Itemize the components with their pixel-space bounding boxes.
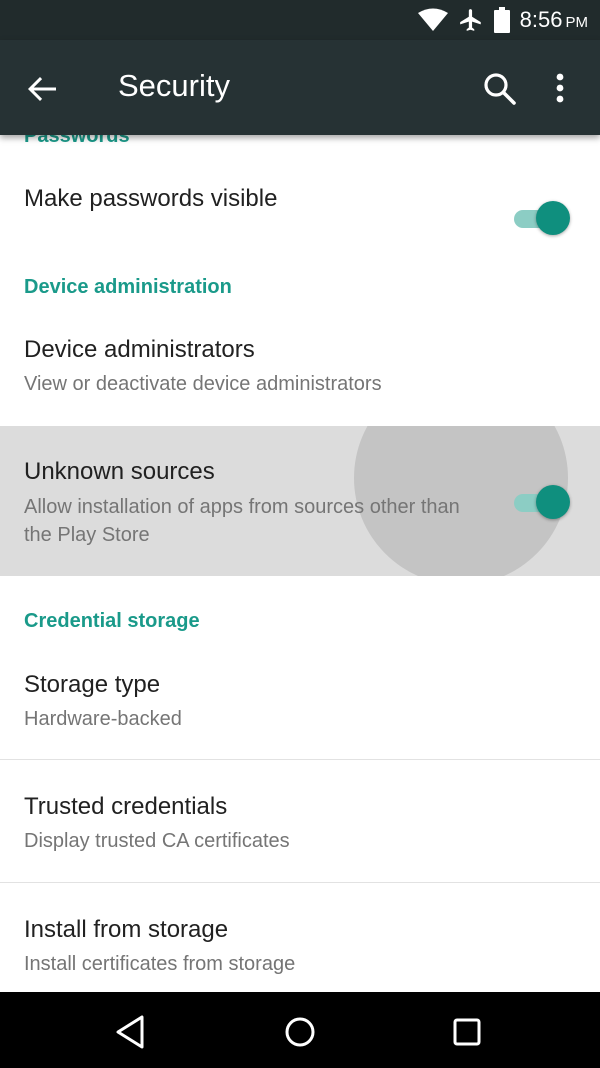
airplane-icon [459, 9, 481, 31]
toggle-thumb [536, 485, 570, 519]
setting-summary: Display trusted CA certificates [24, 830, 290, 852]
home-circle-icon[interactable] [280, 1012, 320, 1052]
section-header-credential-storage: Credential storage [24, 610, 200, 632]
status-bar: 8:56 PM [0, 0, 600, 40]
section-header-passwords: Passwords [24, 135, 130, 147]
toggle-thumb [536, 201, 570, 235]
setting-title: Device administrators [24, 336, 255, 363]
setting-title: Make passwords visible [24, 185, 278, 212]
setting-summary: Install certificates from storage [24, 953, 296, 975]
setting-title: Install from storage [24, 916, 229, 943]
setting-device-administrators[interactable]: Device administrators View or deactivate… [0, 320, 600, 425]
setting-storage-type[interactable]: Storage type Hardware-backed [0, 655, 600, 760]
app-toolbar: Security [0, 40, 600, 135]
setting-title: Storage type [24, 671, 161, 698]
setting-install-from-storage[interactable]: Install from storage Install certificate… [0, 883, 600, 992]
page-title: Security [118, 68, 230, 103]
navigation-bar [0, 992, 600, 1068]
recents-square-icon[interactable] [447, 1012, 487, 1052]
setting-summary: Allow installation of apps from sources … [24, 496, 460, 546]
status-ampm: PM [565, 14, 589, 31]
battery-icon [493, 7, 510, 33]
status-icons: 8:56 PM [417, 0, 588, 40]
wifi-icon [417, 8, 448, 31]
setting-summary: Hardware-backed [24, 708, 182, 730]
unknown-sources-toggle[interactable] [510, 485, 570, 519]
setting-make-passwords-visible[interactable]: Make passwords visible [0, 155, 600, 245]
back-triangle-icon[interactable] [112, 1012, 152, 1052]
section-header-device-administration: Device administration [24, 276, 232, 298]
setting-unknown-sources[interactable]: Unknown sources Allow installation of ap… [0, 426, 600, 576]
more-vert-icon[interactable] [540, 67, 584, 111]
make-passwords-visible-toggle[interactable] [510, 201, 570, 235]
setting-title: Unknown sources [24, 458, 215, 485]
search-icon[interactable] [478, 67, 522, 111]
setting-summary: View or deactivate device administrators [24, 373, 382, 395]
status-time-value: 8:56 [519, 7, 563, 32]
status-time: 8:56 PM [520, 7, 588, 33]
setting-trusted-credentials[interactable]: Trusted credentials Display trusted CA c… [0, 760, 600, 882]
setting-title: Trusted credentials [24, 793, 228, 820]
back-arrow-icon[interactable] [20, 67, 64, 111]
settings-list[interactable]: Passwords Make passwords visible Device … [0, 135, 600, 992]
